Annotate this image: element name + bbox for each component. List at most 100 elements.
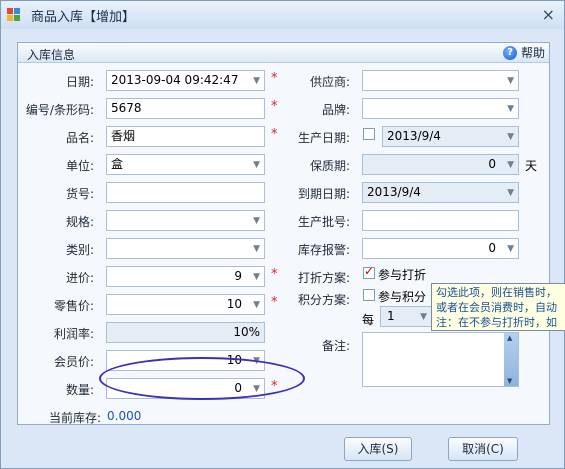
batch-label: 生产批号:	[297, 215, 350, 229]
chevron-down-icon[interactable]: ▼	[253, 242, 260, 257]
tooltip-line: 或者在会员消费时，自动	[436, 301, 557, 314]
tooltip-line: 注：在不参与打折时，如	[436, 316, 557, 329]
stock-label: 当前库存:	[48, 411, 101, 425]
stock-alert-spinner[interactable]: 0 ▼	[362, 238, 519, 259]
chevron-down-icon[interactable]: ▼	[253, 158, 260, 173]
brand-select[interactable]: ▼	[362, 98, 519, 119]
retail-price-spinner[interactable]: 10 ▼	[106, 294, 265, 315]
app-icon	[7, 8, 22, 22]
stock-in-button[interactable]: 入库(S)	[344, 437, 412, 461]
shelf-life-unit: 天	[525, 159, 538, 173]
barcode-label: 编号/条形码:	[25, 103, 94, 117]
discount-label: 打折方案:	[297, 271, 350, 285]
required-mark: *	[271, 295, 278, 310]
goods-no-field[interactable]	[106, 182, 265, 203]
cancel-button[interactable]: 取消(C)	[448, 437, 518, 461]
required-mark: *	[271, 71, 278, 86]
help-label: 帮助	[520, 46, 545, 60]
remark-label: 备注:	[321, 339, 350, 353]
chevron-down-icon[interactable]: ▼	[507, 186, 514, 201]
remark-scrollbar[interactable]: ▲ ▼	[504, 333, 518, 386]
remark-textarea[interactable]: ▲ ▼	[362, 332, 519, 387]
every-label: 每	[362, 313, 375, 327]
stock-alert-value: 0	[488, 241, 496, 255]
group-title: 入库信息	[27, 48, 76, 62]
unit-label: 单位:	[65, 159, 94, 173]
supplier-label: 供应商:	[309, 75, 350, 89]
chevron-down-icon[interactable]: ▼	[507, 130, 514, 145]
shelf-life-label: 保质期:	[309, 159, 350, 173]
scroll-down-icon[interactable]: ▼	[507, 377, 512, 385]
purchase-price-value: 9	[234, 269, 242, 283]
unit-value: 盒	[111, 157, 124, 171]
purchase-price-spinner[interactable]: 9 ▼	[106, 266, 265, 287]
dialog-window: 商品入库【增加】 × 入库信息 ? 帮助 日期: 2013-09-04 09:4…	[0, 0, 565, 469]
spec-select[interactable]: ▼	[106, 210, 265, 231]
retail-price-label: 零售价:	[53, 299, 94, 313]
window-title: 商品入库【增加】	[31, 10, 136, 25]
chevron-down-icon[interactable]: ▼	[253, 74, 260, 89]
chevron-down-icon[interactable]: ▼	[507, 158, 514, 173]
chevron-down-icon[interactable]: ▼	[253, 298, 260, 313]
profit-rate-value: 10%	[233, 325, 260, 339]
unit-select[interactable]: 盒 ▼	[106, 154, 265, 175]
supplier-select[interactable]: ▼	[362, 70, 519, 91]
every-spinner[interactable]: 1 ▼	[380, 306, 432, 327]
help-button[interactable]: ? 帮助	[503, 44, 545, 61]
goods-no-label: 货号:	[65, 187, 94, 201]
points-label: 积分方案:	[297, 293, 350, 307]
stock-value: 0.000	[107, 409, 142, 423]
quantity-highlight-annotation	[99, 357, 305, 400]
discount-checkbox[interactable]	[363, 264, 375, 279]
help-icon: ?	[503, 45, 518, 60]
expire-value: 2013/9/4	[367, 185, 421, 199]
batch-field[interactable]	[362, 210, 519, 231]
name-value: 香烟	[111, 129, 136, 143]
date-value: 2013-09-04 09:42:47	[111, 73, 239, 87]
barcode-field[interactable]: 5678	[106, 98, 265, 119]
chevron-down-icon[interactable]: ▼	[420, 310, 427, 325]
every-value: 1	[387, 309, 395, 323]
title-bar: 商品入库【增加】 ×	[1, 1, 564, 29]
stock-alert-label: 库存报警:	[297, 243, 350, 257]
category-label: 类别:	[65, 243, 94, 257]
chevron-down-icon[interactable]: ▼	[507, 102, 514, 117]
prod-date-value: 2013/9/4	[387, 129, 441, 143]
brand-label: 品牌:	[321, 103, 350, 117]
required-mark: *	[271, 127, 278, 142]
spec-label: 规格:	[65, 215, 94, 229]
expire-picker[interactable]: 2013/9/4 ▼	[362, 182, 519, 203]
expire-label: 到期日期:	[297, 187, 350, 201]
tooltip-line: 勾选此项，则在销售时，	[436, 286, 557, 299]
prod-date-checkbox[interactable]	[363, 128, 375, 140]
shelf-life-value: 0	[488, 157, 496, 171]
date-label: 日期:	[65, 75, 94, 89]
profit-rate-field: 10%	[106, 322, 265, 343]
chevron-down-icon[interactable]: ▼	[507, 74, 514, 89]
category-select[interactable]: ▼	[106, 238, 265, 259]
discount-option-label[interactable]: 参与打折	[378, 266, 426, 283]
discount-tooltip: 勾选此项，则在销售时， 或者在会员消费时，自动 注：在不参与打折时，如	[431, 283, 565, 331]
purchase-price-label: 进价:	[65, 271, 94, 285]
group-header: 入库信息 ? 帮助	[18, 43, 549, 63]
required-mark: *	[271, 267, 278, 282]
chevron-down-icon[interactable]: ▼	[507, 242, 514, 257]
chevron-down-icon[interactable]: ▼	[253, 270, 260, 285]
name-field[interactable]: 香烟	[106, 126, 265, 147]
chevron-down-icon[interactable]: ▼	[253, 214, 260, 229]
points-option-label[interactable]: 参与积分	[378, 288, 426, 305]
prod-date-picker[interactable]: 2013/9/4 ▼	[382, 126, 519, 147]
member-price-label: 会员价:	[53, 355, 94, 369]
profit-rate-label: 利润率:	[53, 327, 94, 341]
points-checkbox[interactable]	[363, 289, 375, 301]
barcode-value: 5678	[111, 101, 142, 115]
scroll-up-icon[interactable]: ▲	[507, 334, 512, 342]
retail-price-value: 10	[226, 297, 242, 311]
shelf-life-spinner[interactable]: 0 ▼	[362, 154, 519, 175]
quantity-label: 数量:	[65, 383, 94, 397]
required-mark: *	[271, 99, 278, 114]
name-label: 品名:	[65, 131, 94, 145]
close-icon[interactable]: ×	[542, 5, 555, 24]
prod-date-label: 生产日期:	[297, 131, 350, 145]
date-picker[interactable]: 2013-09-04 09:42:47 ▼	[106, 70, 265, 91]
